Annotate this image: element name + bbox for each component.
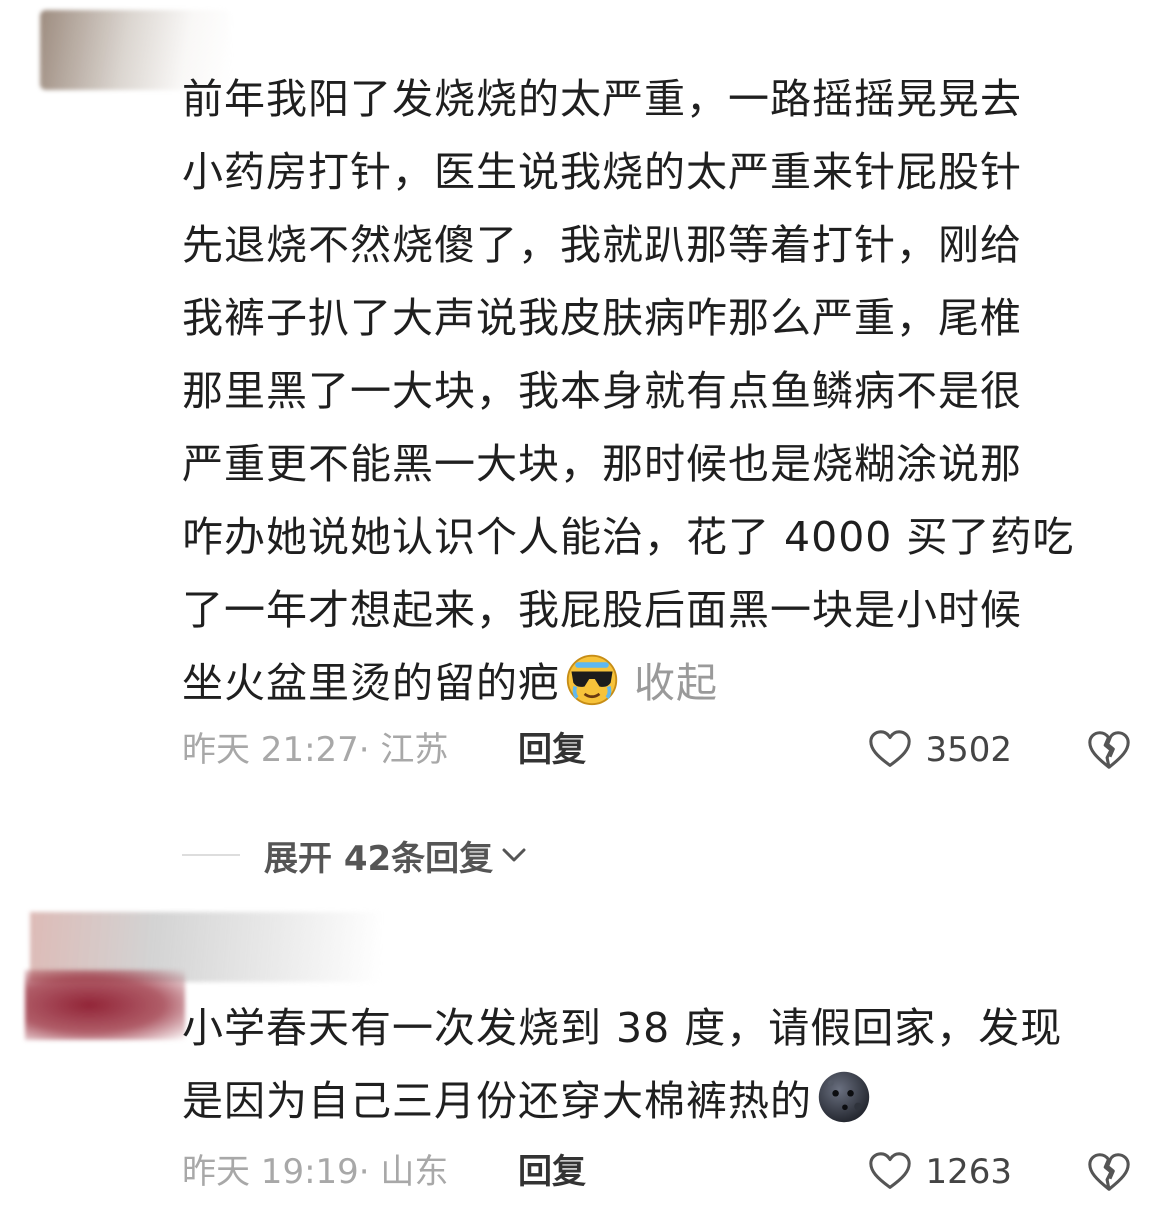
sunglasses-crying-emoji-icon: [566, 654, 618, 706]
like-count: 1263: [925, 1152, 1012, 1192]
comment-text-line: 咋办她说她认识个人能治，花了 4000 买了药吃: [182, 513, 1075, 561]
collapse-link[interactable]: 收起: [634, 659, 718, 707]
comment-meta: 昨天 21:27· 江苏 回复 3502: [182, 725, 1132, 775]
comment-item: 小学春天有一次发烧到 38 度，请假回家，发现 是因为自己三月份还穿大棉裤热的 …: [0, 900, 1170, 1217]
comment-text-line: 小学春天有一次发烧到 38 度，请假回家，发现: [182, 1004, 1063, 1052]
broken-heart-icon[interactable]: [1086, 1149, 1132, 1195]
comment-text-line: 先退烧不然烧傻了，我就趴那等着打针，刚给: [182, 221, 1022, 269]
avatar[interactable]: [25, 970, 185, 1040]
comment-text-last-line: 是因为自己三月份还穿大棉裤热的: [182, 1065, 1122, 1138]
comment-meta: 昨天 19:19· 山东 回复 1263: [182, 1147, 1132, 1197]
reply-button[interactable]: 回复: [518, 725, 586, 775]
chevron-down-icon: [502, 848, 526, 862]
comment-time-location: 昨天 21:27· 江苏: [182, 730, 449, 770]
like-count: 3502: [925, 730, 1012, 770]
expand-replies-label: 展开 42条回复: [264, 838, 494, 879]
heart-icon[interactable]: [867, 727, 913, 773]
new-moon-face-emoji-icon: [818, 1071, 870, 1123]
comment-text-line: 小药房打针，医生说我烧的太严重来针屁股针: [182, 148, 1022, 196]
comment-text-line: 坐火盆里烫的留的疤: [182, 659, 560, 707]
comment-text-line: 是因为自己三月份还穿大棉裤热的: [182, 1077, 812, 1125]
like-group: 1263: [867, 1147, 1132, 1197]
comment-text-last-line: 坐火盆里烫的留的疤 收起: [182, 647, 1122, 720]
comment-text-line: 我裤子扒了大声说我皮肤病咋那么严重，尾椎: [182, 294, 1022, 342]
comment-time-location: 昨天 19:19· 山东: [182, 1152, 449, 1192]
expand-replies-button[interactable]: 展开 42条回复: [182, 830, 529, 880]
comment-text: 小学春天有一次发烧到 38 度，请假回家，发现 是因为自己三月份还穿大棉裤热的: [182, 992, 1122, 1138]
broken-heart-icon[interactable]: [1086, 727, 1132, 773]
comment-text-line: 那里黑了一大块，我本身就有点鱼鳞病不是很: [182, 367, 1022, 415]
comment-text: 前年我阳了发烧烧的太严重，一路摇摇晃晃去 小药房打针，医生说我烧的太严重来针屁股…: [182, 63, 1122, 720]
comment-text-line: 严重更不能黑一大块，那时候也是烧糊涂说那: [182, 440, 1022, 488]
heart-icon[interactable]: [867, 1149, 913, 1195]
reply-button[interactable]: 回复: [518, 1147, 586, 1197]
comment-text-line: 了一年才想起来，我屁股后面黑一块是小时候: [182, 586, 1022, 634]
like-group: 3502: [867, 725, 1132, 775]
comment-item: 前年我阳了发烧烧的太严重，一路摇摇晃晃去 小药房打针，医生说我烧的太严重来针屁股…: [0, 0, 1170, 879]
comment-text-line: 前年我阳了发烧烧的太严重，一路摇摇晃晃去: [182, 75, 1022, 123]
divider: [182, 854, 240, 856]
